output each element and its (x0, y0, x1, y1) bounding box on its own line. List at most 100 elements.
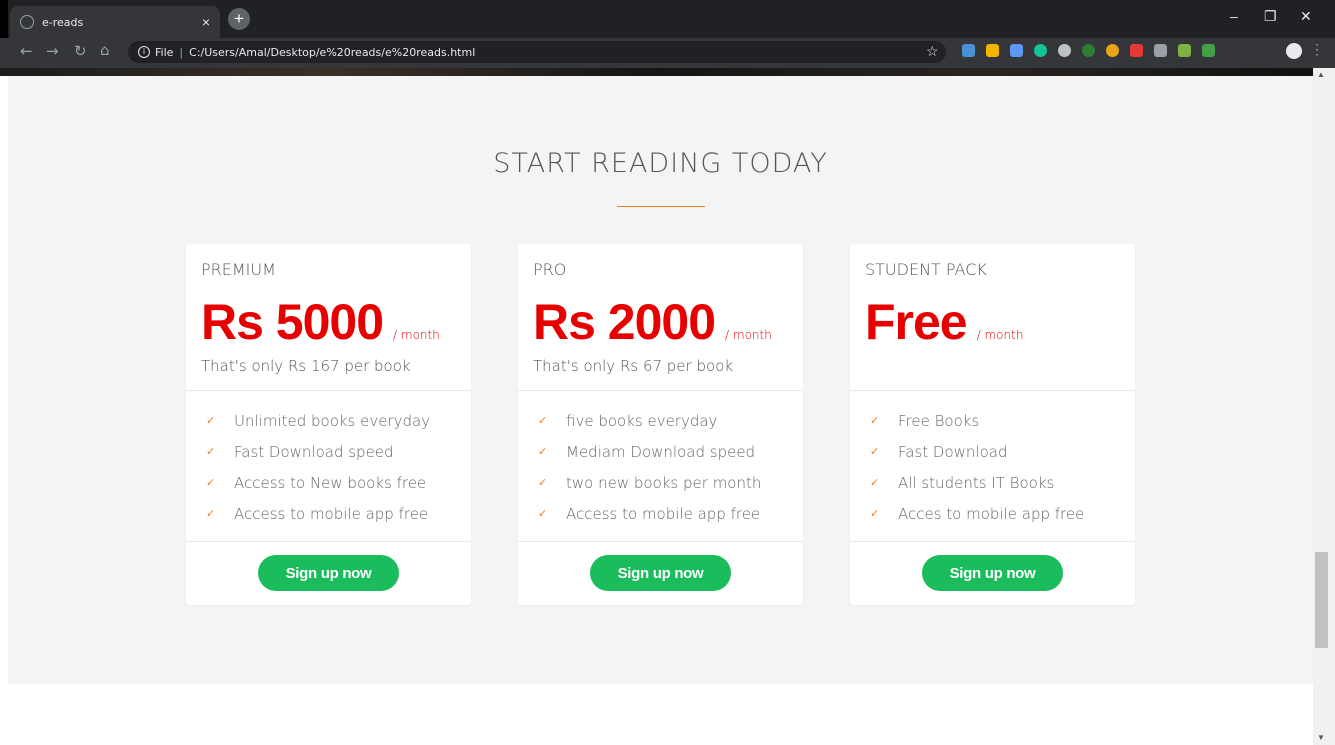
feature-text: Access to mobile app free (566, 504, 761, 523)
check-icon: ✓ (538, 507, 548, 520)
feature-item: ✓ two new books per month (538, 467, 803, 498)
scrollbar-thumb[interactable] (1315, 552, 1328, 648)
feature-text: five books everyday (566, 411, 718, 430)
feature-text: Unlimited books everyday (234, 411, 431, 430)
extension-red-icon[interactable] (1130, 44, 1143, 57)
plan-header: PREMIUM Rs 5000 / month That's only Rs 1… (186, 244, 471, 391)
feature-text: All students IT Books (898, 473, 1055, 492)
plan-price: Rs 2000 (533, 294, 716, 350)
forward-icon[interactable]: → (46, 42, 59, 60)
plan-card-student: STUDENT PACK Free / month ✓ Free Books ✓ F… (850, 244, 1135, 605)
home-icon[interactable]: ⌂ (100, 41, 110, 59)
button-area: Sign up now (186, 542, 471, 604)
feature-item: ✓ Access to New books free (206, 467, 471, 498)
feature-item: ✓ Access to mobile app free (206, 498, 471, 529)
hero-image-edge (0, 68, 1313, 76)
plan-name: PREMIUM (201, 260, 276, 279)
plan-name: PRO (533, 260, 567, 279)
check-icon: ✓ (538, 445, 548, 458)
feature-item: ✓ Acces to mobile app free (870, 498, 1135, 529)
url-text: C:/Users/Amal/Desktop/e%20reads/e%20read… (189, 45, 476, 59)
feature-list: ✓ Unlimited books everyday ✓ Fast Download… (186, 391, 471, 542)
feature-text: Free Books (898, 411, 980, 430)
feature-text: Fast Download (898, 442, 1008, 461)
price-row: Rs 2000 / month (533, 293, 803, 350)
price-row: Free / month (865, 293, 1135, 350)
feature-text: Acces to mobile app free (898, 504, 1085, 523)
browser-tab[interactable]: e-reads × (10, 6, 220, 38)
tab-title: e-reads (42, 15, 84, 29)
check-icon: ✓ (206, 476, 216, 489)
extension-globe-icon[interactable] (1106, 44, 1119, 57)
info-icon[interactable]: i (138, 46, 150, 58)
sign-up-button-pro[interactable]: Sign up now (590, 555, 731, 591)
check-icon: ✓ (538, 414, 548, 427)
feature-item: ✓ five books everyday (538, 405, 803, 436)
address-separator: | (179, 45, 184, 59)
sign-up-button-premium[interactable]: Sign up now (258, 555, 399, 591)
plan-header: STUDENT PACK Free / month (850, 244, 1135, 391)
plan-card-premium: PREMIUM Rs 5000 / month That's only Rs 1… (186, 244, 471, 605)
file-label: File (155, 45, 174, 59)
window-close-icon[interactable]: ✕ (1300, 8, 1312, 25)
extension-drive-icon[interactable] (962, 44, 975, 57)
pricing-section: START READING TODAY PREMIUM Rs 5000 / mo… (8, 76, 1313, 684)
sign-up-button-student[interactable]: Sign up now (922, 555, 1063, 591)
browser-menu-icon[interactable]: ⋮ (1310, 41, 1324, 58)
plan-header: PRO Rs 2000 / month That's only Rs 67 pe… (518, 244, 803, 391)
extension-speed-icon[interactable] (1058, 44, 1071, 57)
feature-text: Mediam Download speed (566, 442, 756, 461)
feature-item: ✓ Fast Download speed (206, 436, 471, 467)
feature-item: ✓ Unlimited books everyday (206, 405, 471, 436)
profile-avatar[interactable] (1286, 43, 1302, 59)
feature-text: Access to mobile app free (234, 504, 429, 523)
price-period: / month (393, 328, 440, 342)
button-area: Sign up now (518, 542, 803, 604)
feature-item: ✓ Fast Download (870, 436, 1135, 467)
feature-item: ✓ All students IT Books (870, 467, 1135, 498)
check-icon: ✓ (870, 445, 880, 458)
new-tab-button[interactable]: + (228, 8, 250, 30)
check-icon: ✓ (206, 445, 216, 458)
tab-bar-edge (0, 0, 8, 38)
scroll-up-icon[interactable]: ▲ (1317, 70, 1325, 79)
reload-icon[interactable]: ↻ (74, 42, 87, 60)
extension-bolt-icon[interactable] (1202, 44, 1215, 57)
bookmark-star-icon[interactable]: ☆ (926, 43, 939, 60)
plan-card-pro: PRO Rs 2000 / month That's only Rs 67 pe… (518, 244, 803, 605)
button-area: Sign up now (850, 542, 1135, 604)
check-icon: ✓ (206, 414, 216, 427)
feature-text: two new books per month (566, 473, 762, 492)
extension-leaf-icon[interactable] (1178, 44, 1191, 57)
feature-item: ✓ Mediam Download speed (538, 436, 803, 467)
extension-office-icon[interactable] (986, 44, 999, 57)
scroll-down-icon[interactable]: ▼ (1317, 733, 1325, 742)
restore-icon[interactable]: ❐ (1264, 8, 1277, 25)
feature-list: ✓ Free Books ✓ Fast Download ✓ All students… (850, 391, 1135, 542)
plan-price: Free (865, 294, 968, 350)
minimize-icon[interactable]: – (1230, 8, 1238, 24)
price-period: / month (725, 328, 772, 342)
extension-gray-icon[interactable] (1154, 44, 1167, 57)
price-period: / month (976, 328, 1024, 342)
check-icon: ✓ (870, 414, 880, 427)
feature-item: ✓ Free Books (870, 405, 1135, 436)
price-note: That's only Rs 167 per book (201, 357, 411, 375)
price-note: That's only Rs 67 per book (533, 357, 734, 375)
feature-item: ✓ Access to mobile app free (538, 498, 803, 529)
check-icon: ✓ (870, 476, 880, 489)
title-underline (617, 206, 705, 207)
address-bar[interactable]: i File | C:/Users/Amal/Desktop/e%20reads… (128, 41, 946, 63)
check-icon: ✓ (870, 507, 880, 520)
price-row: Rs 5000 / month (201, 293, 471, 350)
section-title: START READING TODAY (493, 148, 828, 179)
extension-green-icon[interactable] (1082, 44, 1095, 57)
feature-text: Fast Download speed (234, 442, 394, 461)
back-icon[interactable]: ← (20, 42, 33, 60)
plan-name: STUDENT PACK (865, 260, 987, 279)
extension-grammarly-icon[interactable] (1034, 44, 1047, 57)
plan-price: Rs 5000 (201, 294, 384, 350)
check-icon: ✓ (538, 476, 548, 489)
extension-translate-icon[interactable] (1010, 44, 1023, 57)
close-tab-icon[interactable]: × (202, 14, 210, 30)
